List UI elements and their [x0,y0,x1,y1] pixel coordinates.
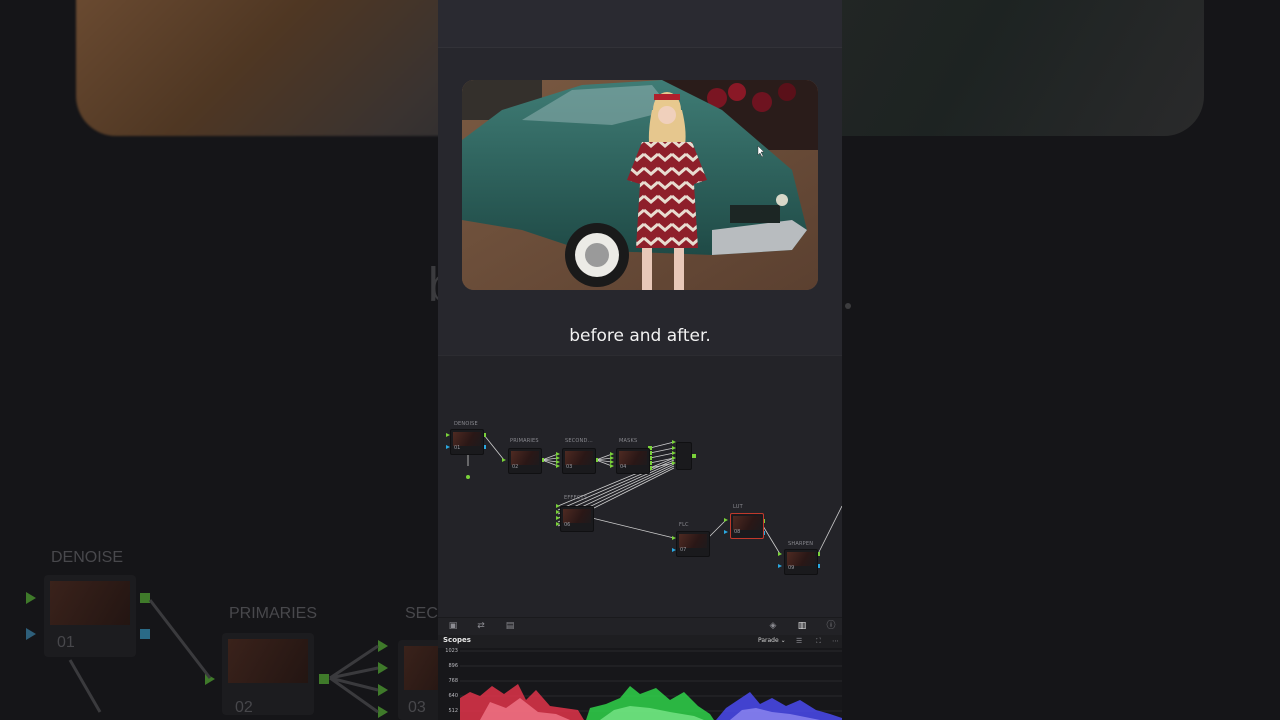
scale-label-768: 768 [448,678,458,684]
node-number-lut: 08 [734,529,741,535]
background-right [842,0,1280,720]
node-number-denoise: 01 [454,445,461,451]
node-label-denoise: DENOISE [454,421,478,427]
node-primaries[interactable]: 02 [508,448,542,474]
node-lut[interactable]: 08 [730,513,764,539]
node-label-flc: FLC [679,522,689,528]
scale-label-640: 640 [448,693,458,699]
node-number-primaries: 02 [512,464,519,470]
node-connections [446,433,842,568]
node-label-sharpen: SHARPEN [788,541,814,547]
video-caption: before and after. [569,326,711,346]
chevron-down-icon: ⌄ [780,637,786,644]
bottom-toolbar: ▣ ⇄ ▤ ◈ ▥ ⓘ [438,617,842,636]
node-secondaries[interactable]: 03 [562,448,596,474]
resolve-panel: before and after. DENOISE 01 PRIMARIES 0… [438,0,842,720]
background-left: b DENOISE 01 PRIMARIES 02 SECO 03 [0,0,438,720]
node-number-sharpen: 09 [788,565,795,571]
scale-label-512: 512 [448,708,458,714]
scopes-header: Scopes Parade ⌄ ☰ ⛶ ⋯ [438,635,842,649]
node-denoise[interactable]: 01 [450,429,484,455]
node-label-secondaries: SECOND... [565,438,593,444]
node-flc[interactable]: 07 [676,531,710,557]
node-number-effects: 06 [564,522,571,528]
keyboard-icon[interactable]: ▤ [504,621,516,632]
scopes-title: Scopes [443,636,471,644]
node-layer-mixer[interactable] [676,442,692,470]
info-icon[interactable]: ⓘ [825,621,837,632]
panel-header [438,0,842,48]
swap-icon[interactable]: ⇄ [475,621,487,632]
viewer-icon[interactable]: ▣ [447,621,459,632]
node-label-effects: EFFECTS [564,495,588,501]
node-number-secondaries: 03 [566,464,573,470]
video-preview[interactable] [462,80,818,290]
parade-waveform [460,650,842,720]
node-label-primaries: PRIMARIES [510,438,539,444]
node-editor[interactable]: DENOISE 01 PRIMARIES 02 SECOND... 03 MAS… [438,355,842,618]
node-number-masks: 04 [620,464,627,470]
node-label-lut: LUT [733,504,743,510]
parade-scope: 1023 896 768 640 512 [438,648,842,720]
eye-icon[interactable]: ◈ [767,621,779,632]
more-options-icon[interactable]: ⋯ [832,637,839,645]
scale-label-896: 896 [448,663,458,669]
background-ghost-period [845,303,851,309]
background-photo-blur-right [842,0,1204,136]
node-masks[interactable]: 04 [616,448,650,474]
scale-label-1023: 1023 [445,648,458,654]
node-effects[interactable]: 06 [560,506,594,532]
node-label-masks: MASKS [619,438,638,444]
scope-settings-icon[interactable]: ☰ [796,637,802,645]
scopes-mode-label: Parade [758,637,779,644]
bg-node-links [68,599,379,714]
scopes-mode-dropdown[interactable]: Parade ⌄ [758,637,786,644]
node-number-flc: 07 [680,547,687,553]
expand-icon[interactable]: ⛶ [816,637,821,646]
preview-image [462,80,818,290]
scopes-icon[interactable]: ▥ [796,621,808,632]
node-sharpen[interactable]: 09 [784,549,818,575]
